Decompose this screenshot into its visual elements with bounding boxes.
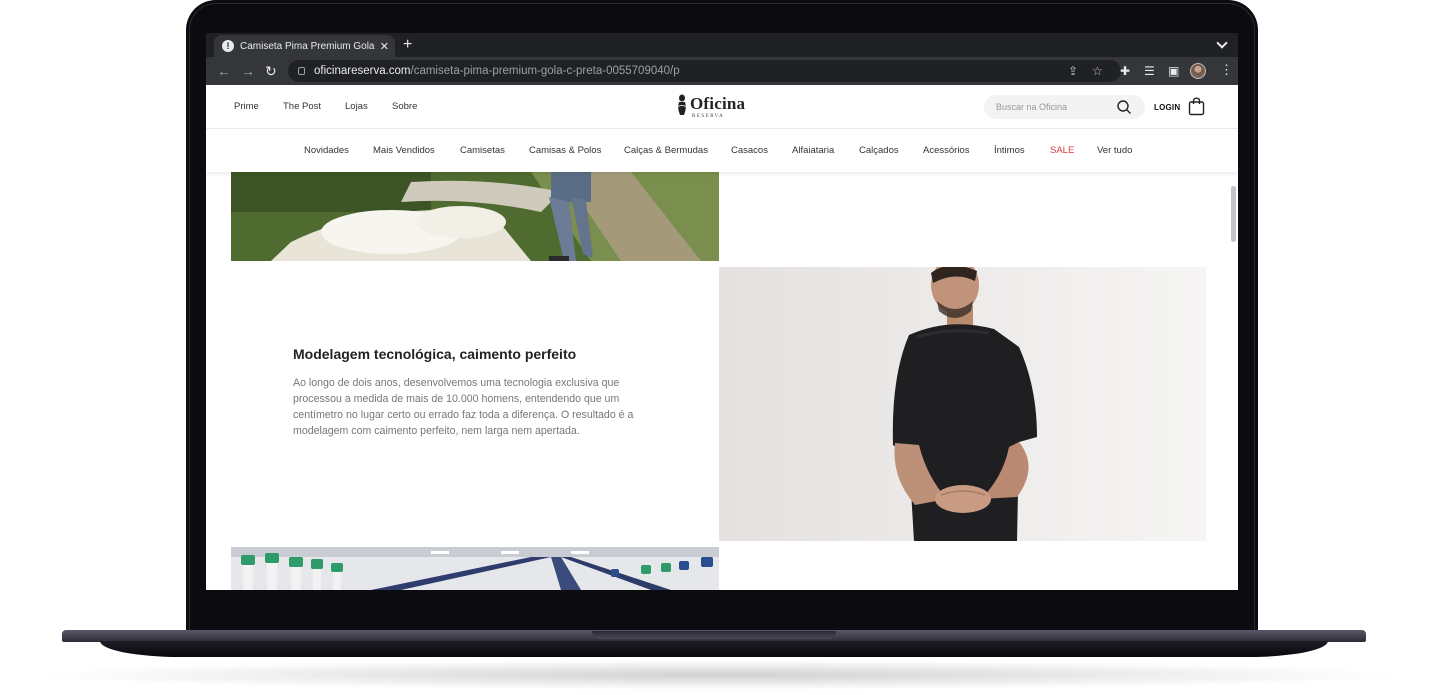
laptop-notch: [592, 631, 836, 639]
browser-menu-icon[interactable]: ⋮: [1220, 63, 1233, 77]
site-favicon-icon: !: [222, 40, 234, 52]
logo-subtext: RESERVA: [692, 114, 725, 119]
address-bar[interactable]: oficinareserva.com/camiseta-pima-premium…: [288, 60, 1121, 82]
reload-icon[interactable]: ↻: [265, 62, 277, 80]
category-calcados[interactable]: Calçados: [859, 145, 899, 156]
category-acessorios[interactable]: Acessórios: [923, 145, 969, 156]
tab-search-chevron-icon[interactable]: [1216, 37, 1228, 49]
search-icon[interactable]: [1116, 99, 1132, 115]
laptop-foot: [100, 641, 1328, 657]
category-casacos[interactable]: Casacos: [731, 145, 768, 156]
top-link-lojas[interactable]: Lojas: [345, 101, 368, 112]
category-mais-vendidos[interactable]: Mais Vendidos: [373, 145, 435, 156]
category-novidades[interactable]: Novidades: [304, 145, 349, 156]
browser-toolbar: ← → ↻ oficinareserva.com/camiseta-pima-p…: [206, 57, 1238, 85]
page-scrollbar[interactable]: [1231, 186, 1236, 242]
browser-window: ! Camiseta Pima Premium Gola C ✕ + ← → ↻…: [206, 33, 1238, 590]
side-panel-icon[interactable]: ▣: [1168, 64, 1179, 78]
lock-icon: [298, 67, 305, 75]
cotton-field-image: [231, 172, 719, 261]
bookmark-star-icon[interactable]: ☆: [1092, 64, 1103, 78]
category-ver-tudo[interactable]: Ver tudo: [1097, 145, 1132, 156]
forward-arrow-icon[interactable]: →: [241, 62, 255, 80]
laptop-shadow: [30, 660, 1410, 690]
site-header: Prime The Post Lojas Sobre Oficina RESER…: [206, 85, 1238, 129]
top-link-the-post[interactable]: The Post: [283, 101, 321, 112]
url-host: oficinareserva.com: [314, 65, 411, 77]
category-alfaiataria[interactable]: Alfaiataria: [792, 145, 834, 156]
search-placeholder: Buscar na Oficina: [996, 102, 1068, 112]
top-link-sobre[interactable]: Sobre: [392, 101, 417, 112]
category-camisas-polos[interactable]: Camisas & Polos: [529, 145, 601, 156]
category-intimos[interactable]: Íntimos: [994, 145, 1025, 156]
reading-list-icon[interactable]: ☰: [1144, 64, 1155, 78]
back-arrow-icon[interactable]: ←: [217, 62, 231, 80]
category-sale[interactable]: SALE: [1050, 145, 1074, 156]
tab-title: Camiseta Pima Premium Gola C: [240, 40, 376, 52]
tab-bar: ! Camiseta Pima Premium Gola C ✕ +: [206, 33, 1238, 57]
site-logo[interactable]: Oficina RESERVA: [676, 91, 756, 121]
website: Prime The Post Lojas Sobre Oficina RESER…: [206, 85, 1238, 590]
extensions-puzzle-icon[interactable]: ✚: [1120, 64, 1130, 78]
login-link[interactable]: LOGIN: [1154, 103, 1180, 112]
new-tab-icon[interactable]: +: [403, 36, 412, 54]
model-tshirt-image: [719, 267, 1206, 541]
page-content: Modelagem tecnológica, caimento perfeito…: [206, 172, 1238, 590]
feature-title: Modelagem tecnológica, caimento perfeito: [293, 346, 577, 362]
shopping-bag-icon[interactable]: [1188, 97, 1205, 116]
browser-tab[interactable]: ! Camiseta Pima Premium Gola C ✕: [214, 35, 395, 57]
feature-description: Ao longo de dois anos, desenvolvemos uma…: [293, 377, 634, 437]
close-tab-icon[interactable]: ✕: [380, 40, 389, 53]
category-calcas-bermudas[interactable]: Calças & Bermudas: [624, 145, 708, 156]
search-input[interactable]: Buscar na Oficina: [984, 95, 1145, 119]
url-path: /camiseta-pima-premium-gola-c-preta-0055…: [410, 65, 680, 77]
top-link-prime[interactable]: Prime: [234, 101, 259, 112]
logo-emblem-icon: [676, 94, 688, 115]
category-camisetas[interactable]: Camisetas: [460, 145, 505, 156]
textile-factory-image: [231, 547, 719, 590]
profile-avatar[interactable]: [1190, 63, 1206, 79]
share-icon[interactable]: ⇪: [1068, 64, 1078, 78]
logo-text: Oficina: [690, 94, 746, 113]
category-nav: Novidades Mais Vendidos Camisetas Camisa…: [206, 129, 1238, 172]
